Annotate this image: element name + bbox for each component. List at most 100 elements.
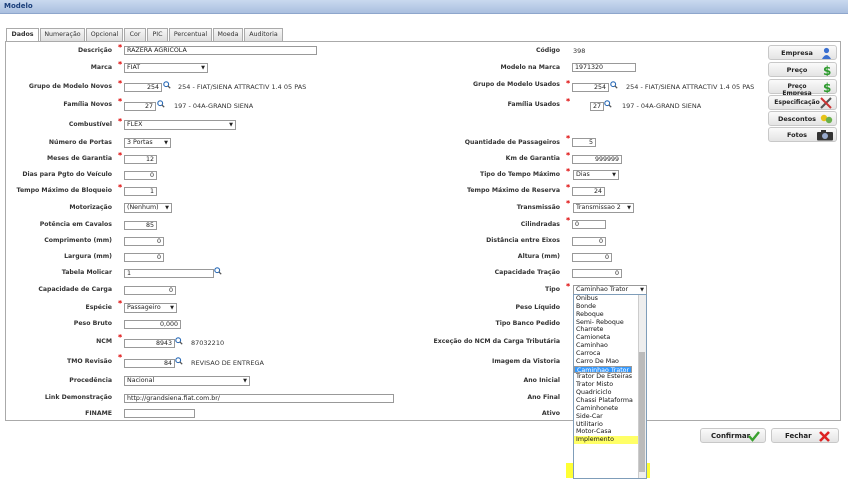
peso-bruto-input[interactable]: 0,000 xyxy=(124,320,181,329)
search-icon[interactable] xyxy=(610,81,618,89)
largura-input[interactable]: 0 xyxy=(124,253,164,262)
tipo-option[interactable]: Onibus xyxy=(574,295,646,303)
empresa-button[interactable]: Empresa xyxy=(768,45,837,60)
bloqueio-input[interactable]: 1 xyxy=(124,187,157,196)
tipo-option-implemento[interactable]: Implemento xyxy=(574,436,646,445)
tipo-option[interactable]: Charrete xyxy=(574,326,646,334)
search-icon[interactable] xyxy=(175,337,183,345)
tipo-option[interactable]: Motor-Casa xyxy=(574,428,646,436)
confirmar-button[interactable]: Confirmar xyxy=(700,428,766,443)
especificacao-button[interactable]: Especificação xyxy=(768,95,837,110)
tab-percentual[interactable]: Percentual xyxy=(169,28,212,41)
dropdown-scrollbar[interactable] xyxy=(638,295,646,478)
tab-dados[interactable]: Dados xyxy=(6,28,39,42)
familia-novos-input[interactable]: 27 xyxy=(124,102,156,111)
tab-opcional[interactable]: Opcional xyxy=(86,28,123,41)
search-icon[interactable] xyxy=(214,267,222,275)
motorizacao-select[interactable]: (Nenhum) ▼ xyxy=(124,203,172,213)
dollar-icon: $ xyxy=(823,64,831,76)
procedencia-select[interactable]: Nacional ▼ xyxy=(124,376,250,386)
tipo-dropdown-list[interactable]: Onibus Bonde Reboque Semi- Reboque Charr… xyxy=(573,294,647,479)
tracao-label: Capacidade Tração xyxy=(494,269,560,276)
chevron-down-icon: ▼ xyxy=(229,122,233,128)
codigo-label: Código xyxy=(535,47,560,54)
portas-label: Número de Portas xyxy=(48,139,112,146)
tab-auditoria[interactable]: Auditoria xyxy=(244,28,283,41)
required-mark: * xyxy=(566,134,571,143)
peso-liquido-label: Peso Líquido xyxy=(515,304,560,311)
tipo-option[interactable]: Carroca xyxy=(574,350,646,358)
preco-empresa-button[interactable]: Preço Empresa $ xyxy=(768,79,837,97)
tipo-option[interactable]: Chassi Plataforma xyxy=(574,397,646,405)
passageiros-input[interactable]: 5 xyxy=(572,138,596,147)
transmissao-select[interactable]: Transmissao 2 ▼ xyxy=(573,203,634,213)
reserva-input[interactable]: 24 xyxy=(572,187,605,196)
finame-label: FINAME xyxy=(85,410,112,417)
window-title: Modelo xyxy=(4,2,33,10)
familia-usados-input[interactable]: 27 xyxy=(590,102,604,111)
tab-numeracao[interactable]: Numeração xyxy=(40,28,85,41)
tipo-tempo-select[interactable]: Dias ▼ xyxy=(573,170,619,180)
grupo-usados-input[interactable]: 254 xyxy=(572,83,609,92)
tab-pic[interactable]: PIC xyxy=(147,28,168,41)
tipo-option[interactable]: Quadriciclo xyxy=(574,389,646,397)
descontos-button[interactable]: Descontos xyxy=(768,111,837,126)
tipo-option[interactable]: Caminhonete xyxy=(574,405,646,413)
tipo-option[interactable]: Trator Misto xyxy=(574,381,646,389)
empresa-button-label: Empresa xyxy=(781,49,813,57)
ncm-input[interactable]: 8943 xyxy=(124,339,175,348)
largura-label: Largura (mm) xyxy=(64,253,112,260)
tipo-option[interactable]: Caminhao xyxy=(574,342,646,350)
molicar-input[interactable]: 1 xyxy=(124,269,214,278)
comprimento-input[interactable]: 0 xyxy=(124,237,164,246)
link-input[interactable]: http://grandsiena.fiat.com.br/ xyxy=(124,394,394,403)
tracao-input[interactable]: 0 xyxy=(572,269,622,278)
procedencia-label: Procedência xyxy=(69,377,112,384)
window-titlebar: Modelo xyxy=(0,0,848,14)
tipo-label: Tipo xyxy=(544,286,560,293)
fechar-button[interactable]: Fechar xyxy=(771,428,839,443)
fotos-button[interactable]: Fotos xyxy=(768,127,837,142)
tipo-option[interactable]: Camioneta xyxy=(574,334,646,342)
required-mark: * xyxy=(118,43,123,52)
tmo-input[interactable]: 84 xyxy=(124,359,175,368)
marca-select[interactable]: FIAT ▼ xyxy=(124,63,208,73)
especie-select[interactable]: Passageiro ▼ xyxy=(124,303,177,313)
search-icon[interactable] xyxy=(163,81,171,89)
tipo-option[interactable]: Semi- Reboque xyxy=(574,319,646,327)
search-icon[interactable] xyxy=(157,100,165,108)
tipo-option[interactable]: Bonde xyxy=(574,303,646,311)
required-mark: * xyxy=(566,282,571,291)
scrollbar-thumb[interactable] xyxy=(639,352,645,472)
garantia-input[interactable]: 12 xyxy=(124,155,157,164)
search-icon[interactable] xyxy=(175,357,183,365)
carga-input[interactable]: 0 xyxy=(124,286,176,295)
tab-cor[interactable]: Cor xyxy=(124,28,146,41)
tab-moeda[interactable]: Moeda xyxy=(213,28,243,41)
km-garantia-input[interactable]: 999999 xyxy=(572,155,622,164)
tmo-desc: REVISAO DE ENTREGA xyxy=(191,359,264,367)
tipo-option[interactable]: Reboque xyxy=(574,311,646,319)
tipo-option[interactable]: Trator De Esteiras xyxy=(574,373,646,381)
cilindradas-input[interactable]: 0 xyxy=(572,220,606,229)
descricao-input[interactable]: RAZERA AGRICOLA xyxy=(124,46,317,55)
tipo-option[interactable]: Carro De Mao xyxy=(574,358,646,366)
combustivel-select[interactable]: FLEX ▼ xyxy=(124,120,236,130)
tipo-option[interactable]: Side-Car xyxy=(574,413,646,421)
procedencia-value: Nacional xyxy=(127,377,155,384)
tipo-option-selected[interactable]: Caminhao Trator xyxy=(574,365,633,374)
search-icon[interactable] xyxy=(604,100,612,108)
portas-select[interactable]: 3 Portas ▼ xyxy=(124,138,171,148)
required-mark: * xyxy=(566,79,571,88)
ativo-label: Ativo xyxy=(541,410,560,417)
combustivel-value: FLEX xyxy=(127,121,143,128)
finame-input[interactable] xyxy=(124,409,195,418)
altura-input[interactable]: 0 xyxy=(572,253,612,262)
grupo-novos-input[interactable]: 254 xyxy=(124,83,162,92)
modelo-marca-input[interactable]: 1971320 xyxy=(572,63,636,72)
potencia-input[interactable]: 85 xyxy=(124,221,157,230)
eixos-input[interactable]: 0 xyxy=(572,237,606,246)
tipo-option[interactable]: Utilitario xyxy=(574,421,646,429)
preco-button[interactable]: Preço $ xyxy=(768,62,837,77)
dias-pgto-input[interactable]: 0 xyxy=(124,171,157,180)
